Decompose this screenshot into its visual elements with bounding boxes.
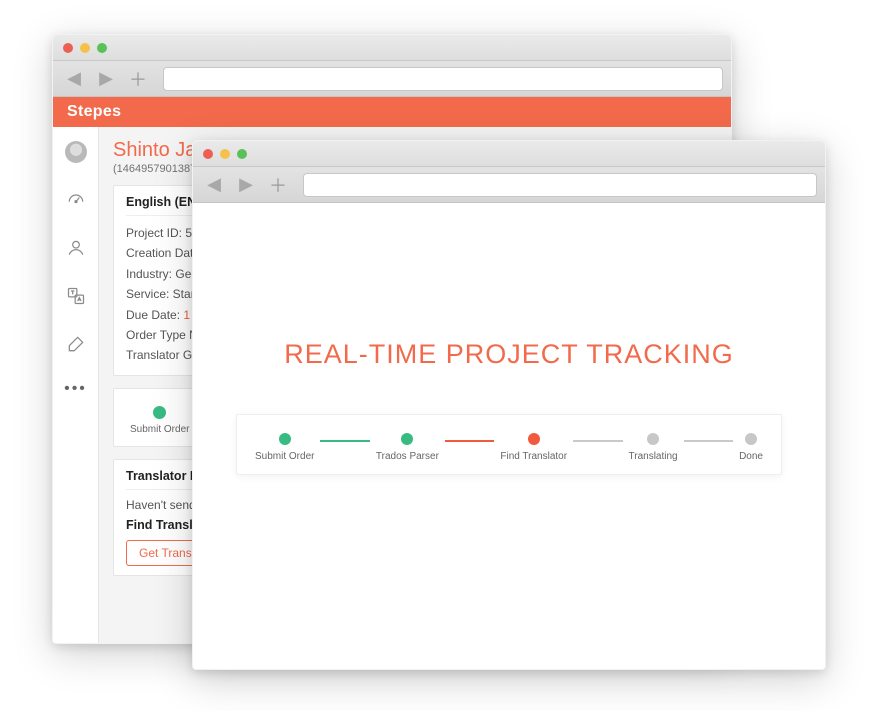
avatar-icon[interactable] (65, 141, 87, 163)
back-icon[interactable]: ◀ (61, 66, 87, 92)
forward-icon[interactable]: ▶ (93, 66, 119, 92)
window-minimize-icon[interactable] (80, 43, 90, 53)
step-label: Find Translator (500, 451, 567, 462)
app-header: Stepes (53, 97, 731, 127)
step-dot-icon (153, 406, 166, 419)
toolbar-back: ◀ ▶ ＋ (53, 61, 731, 97)
edit-icon[interactable] (65, 333, 87, 355)
step-find-translator: Find Translator (500, 433, 567, 462)
progress-segment (320, 440, 369, 442)
window-minimize-icon[interactable] (220, 149, 230, 159)
window-close-icon[interactable] (63, 43, 73, 53)
step-submit-order: Submit Order (130, 406, 189, 435)
step-dot-icon (401, 433, 413, 445)
back-icon[interactable]: ◀ (201, 172, 227, 198)
icon-rail: ••• (53, 127, 99, 643)
url-bar[interactable] (163, 67, 723, 91)
window-zoom-icon[interactable] (237, 149, 247, 159)
step-dot-icon (647, 433, 659, 445)
step-label: Submit Order (130, 424, 189, 435)
titlebar-front (193, 141, 825, 167)
progress-card-front: Submit Order Trados Parser Find Translat… (236, 414, 782, 475)
forward-icon[interactable]: ▶ (233, 172, 259, 198)
dashboard-icon[interactable] (65, 189, 87, 211)
titlebar-back (53, 35, 731, 61)
front-body: REAL-TIME PROJECT TRACKING Submit Order … (193, 203, 825, 669)
more-icon[interactable]: ••• (64, 381, 87, 397)
step-submit-order: Submit Order (255, 433, 314, 462)
translate-icon[interactable] (65, 285, 87, 307)
step-dot-icon (528, 433, 540, 445)
window-close-icon[interactable] (203, 149, 213, 159)
step-label: Trados Parser (376, 451, 439, 462)
toolbar-front: ◀ ▶ ＋ (193, 167, 825, 203)
url-bar[interactable] (303, 173, 817, 197)
progress-segment (684, 440, 733, 442)
field-due-label: Due Date: (126, 308, 183, 322)
user-icon[interactable] (65, 237, 87, 259)
hero-heading: REAL-TIME PROJECT TRACKING (284, 339, 734, 370)
step-dot-icon (745, 433, 757, 445)
progress-segment (445, 440, 494, 442)
step-label: Submit Order (255, 451, 314, 462)
progress-segment (573, 440, 622, 442)
step-done: Done (739, 433, 763, 462)
step-label: Done (739, 451, 763, 462)
browser-window-front: ◀ ▶ ＋ REAL-TIME PROJECT TRACKING Submit … (192, 140, 826, 670)
step-label: Translating (629, 451, 678, 462)
brand-name: Stepes (67, 103, 121, 121)
step-dot-icon (279, 433, 291, 445)
window-zoom-icon[interactable] (97, 43, 107, 53)
step-trados-parser: Trados Parser (376, 433, 439, 462)
new-tab-icon[interactable]: ＋ (125, 66, 151, 92)
new-tab-icon[interactable]: ＋ (265, 172, 291, 198)
step-translating: Translating (629, 433, 678, 462)
